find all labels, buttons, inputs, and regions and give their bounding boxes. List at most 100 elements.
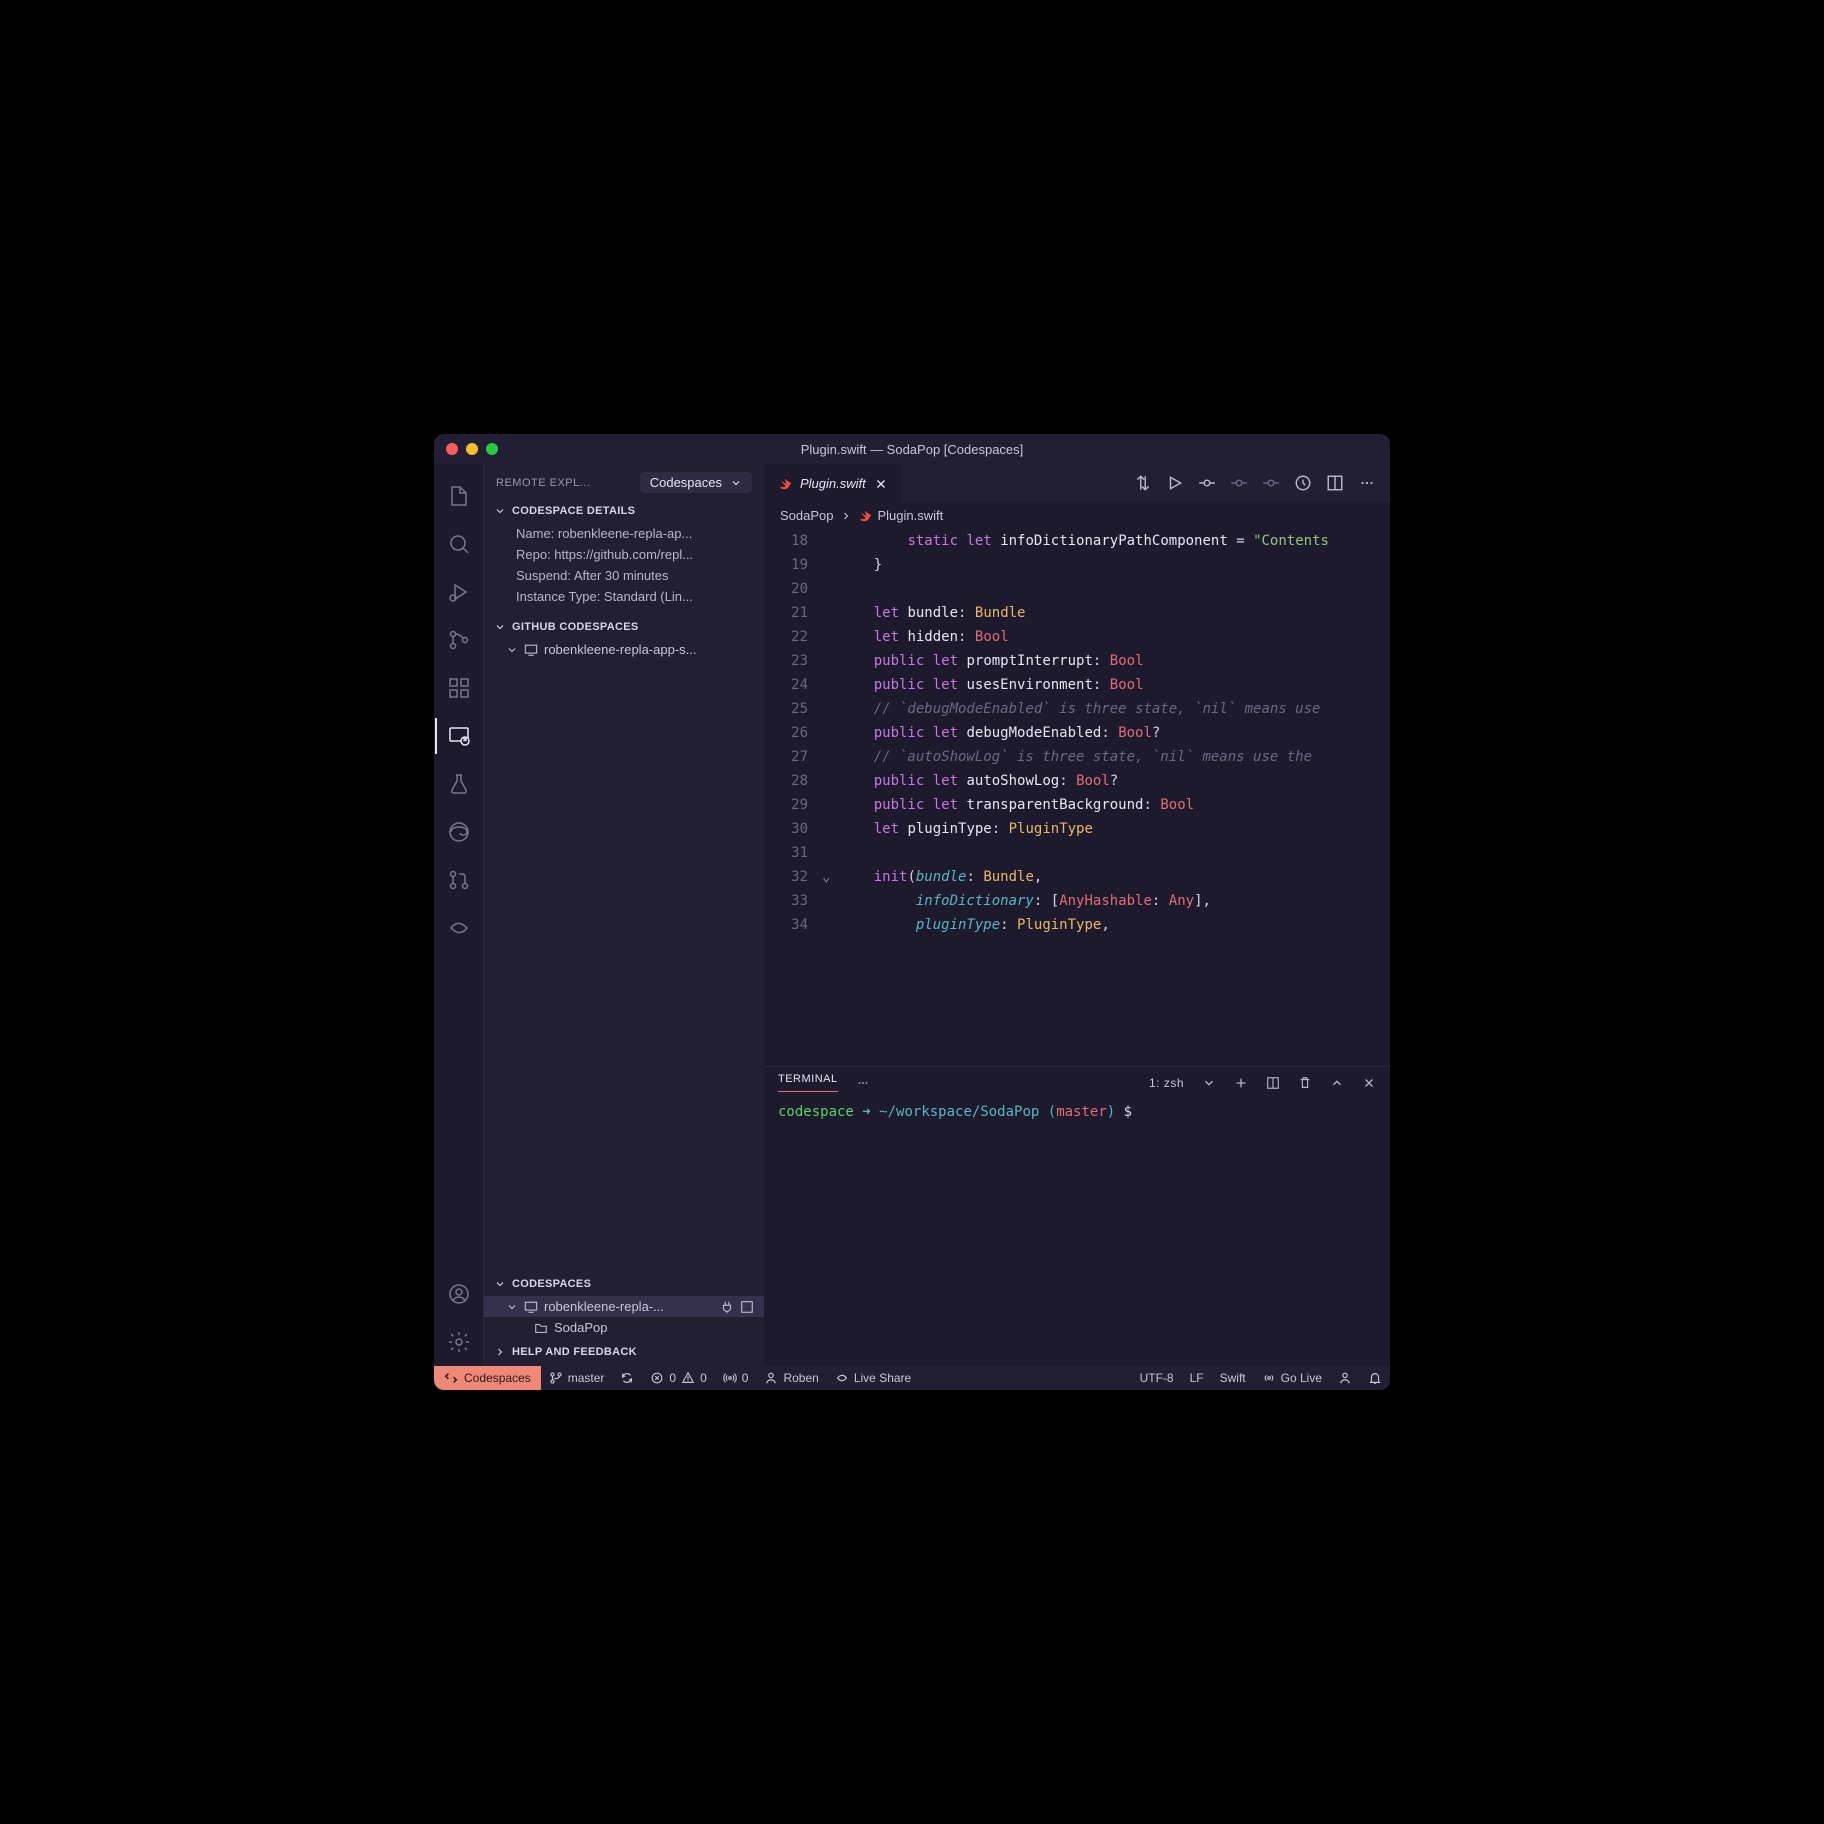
folder-icon — [534, 1321, 548, 1335]
sync-button[interactable] — [612, 1366, 642, 1390]
minimize-window-button[interactable] — [466, 443, 478, 455]
sync-icon — [620, 1371, 634, 1385]
panel: TERMINAL 1: zsh codespace ➜ ~/workspace/… — [764, 1066, 1390, 1366]
detail-name: Name: robenkleene-repla-ap... — [484, 523, 764, 544]
window-title: Plugin.swift — SodaPop [Codespaces] — [434, 442, 1390, 457]
close-window-button[interactable] — [446, 443, 458, 455]
titlebar[interactable]: Plugin.swift — SodaPop [Codespaces] — [434, 434, 1390, 464]
edge-icon[interactable] — [435, 808, 483, 856]
swift-file-icon — [858, 509, 872, 523]
live-share-icon[interactable] — [435, 904, 483, 952]
new-terminal-icon[interactable] — [1234, 1076, 1248, 1090]
status-bar: Codespaces master 0 0 0 Roben Live Share — [434, 1366, 1390, 1390]
codespaces-tree-header[interactable]: CODESPACES — [484, 1274, 764, 1294]
search-icon[interactable] — [435, 520, 483, 568]
traffic-lights — [446, 443, 498, 455]
error-icon — [650, 1371, 664, 1385]
detail-repo: Repo: https://github.com/repl... — [484, 544, 764, 565]
source-control-icon[interactable] — [435, 616, 483, 664]
split-terminal-icon[interactable] — [1266, 1076, 1280, 1090]
user-indicator[interactable]: Roben — [756, 1366, 826, 1390]
sidebar-header: REMOTE EXPL... Codespaces — [484, 464, 764, 501]
split-editor-icon[interactable] — [1326, 474, 1344, 492]
warning-icon — [681, 1371, 695, 1385]
line-numbers: 181920 212223 242526 272829 303132 3334 — [764, 529, 822, 1066]
golive-indicator[interactable]: Go Live — [1254, 1366, 1330, 1390]
github-codespaces-header[interactable]: GITHUB CODESPACES — [484, 617, 764, 637]
settings-gear-icon[interactable] — [435, 1318, 483, 1366]
eol-indicator[interactable]: LF — [1182, 1366, 1212, 1390]
breadcrumb-file[interactable]: Plugin.swift — [878, 508, 944, 523]
codespace-tree-item[interactable]: robenkleene-repla-... — [484, 1296, 764, 1317]
feedback-icon[interactable] — [1330, 1366, 1360, 1390]
extensions-icon[interactable] — [435, 664, 483, 712]
liveshare-indicator[interactable]: Live Share — [827, 1366, 919, 1390]
help-feedback-header[interactable]: HELP AND FEEDBACK — [484, 1342, 764, 1366]
problems-indicator[interactable]: 0 0 — [642, 1366, 714, 1390]
remote-explorer-icon[interactable] — [435, 712, 483, 760]
swift-file-icon — [778, 477, 792, 491]
encoding-indicator[interactable]: UTF-8 — [1132, 1366, 1182, 1390]
chevron-right-icon — [840, 510, 852, 522]
window-icon[interactable] — [740, 1300, 754, 1314]
code-content[interactable]: static let infoDictionaryPathComponent =… — [840, 529, 1390, 1066]
codespace-details-body: Name: robenkleene-repla-ap... Repo: http… — [484, 521, 764, 617]
breadcrumb[interactable]: SodaPop Plugin.swift — [764, 502, 1390, 529]
close-icon[interactable] — [874, 477, 888, 491]
run-debug-icon[interactable] — [435, 568, 483, 616]
chevron-down-icon — [506, 1301, 518, 1313]
tab-plugin-swift[interactable]: Plugin.swift — [764, 464, 902, 502]
commit-icon[interactable] — [1198, 474, 1216, 492]
terminal-selector[interactable]: 1: zsh — [1149, 1076, 1184, 1090]
account-icon[interactable] — [435, 1270, 483, 1318]
vm-icon — [524, 643, 538, 657]
commit-prev-icon[interactable] — [1230, 474, 1248, 492]
git-branch-icon — [549, 1371, 563, 1385]
activity-bar — [434, 464, 484, 1366]
trash-icon[interactable] — [1298, 1076, 1312, 1090]
chevron-right-icon — [494, 1346, 506, 1358]
detail-suspend: Suspend: After 30 minutes — [484, 565, 764, 586]
plug-icon[interactable] — [720, 1300, 734, 1314]
chevron-down-icon — [494, 505, 506, 517]
language-indicator[interactable]: Swift — [1212, 1366, 1254, 1390]
codespace-folder-item[interactable]: SodaPop — [484, 1317, 764, 1338]
person-icon — [764, 1371, 778, 1385]
codespace-details-header[interactable]: CODESPACE DETAILS — [484, 501, 764, 521]
vscode-window: Plugin.swift — SodaPop [Codespaces] REMO… — [434, 434, 1390, 1390]
timeline-icon[interactable] — [1294, 474, 1312, 492]
explorer-icon[interactable] — [435, 472, 483, 520]
maximize-panel-icon[interactable] — [1330, 1076, 1344, 1090]
remote-kind-dropdown[interactable]: Codespaces — [640, 472, 752, 493]
chevron-down-icon[interactable] — [1202, 1076, 1216, 1090]
vm-icon — [524, 1300, 538, 1314]
more-icon[interactable] — [1358, 474, 1376, 492]
broadcast-icon — [723, 1371, 737, 1385]
chevron-down-icon — [494, 621, 506, 633]
test-icon[interactable] — [435, 760, 483, 808]
breadcrumb-folder[interactable]: SodaPop — [780, 508, 834, 523]
fold-icon[interactable]: ⌄ — [822, 865, 840, 889]
terminal-tab[interactable]: TERMINAL — [778, 1073, 838, 1092]
chevron-down-icon — [494, 1278, 506, 1290]
zoom-window-button[interactable] — [486, 443, 498, 455]
notifications-icon[interactable] — [1360, 1366, 1390, 1390]
sidebar: REMOTE EXPL... Codespaces CODESPACE DETA… — [484, 464, 764, 1366]
branch-indicator[interactable]: master — [541, 1366, 613, 1390]
editor-group: Plugin.swift SodaPop Plug — [764, 464, 1390, 1366]
more-icon[interactable] — [856, 1076, 870, 1090]
close-panel-icon[interactable] — [1362, 1076, 1376, 1090]
chevron-down-icon — [506, 644, 518, 656]
pull-requests-icon[interactable] — [435, 856, 483, 904]
terminal-body[interactable]: codespace ➜ ~/workspace/SodaPop (master)… — [764, 1098, 1390, 1366]
tab-label: Plugin.swift — [800, 476, 866, 491]
compare-icon[interactable] — [1134, 474, 1152, 492]
ports-indicator[interactable]: 0 — [715, 1366, 757, 1390]
github-codespace-item[interactable]: robenkleene-repla-app-s... — [484, 639, 764, 660]
play-icon[interactable] — [1166, 474, 1184, 492]
code-editor[interactable]: 181920 212223 242526 272829 303132 3334 … — [764, 529, 1390, 1066]
remote-icon — [444, 1371, 458, 1385]
commit-next-icon[interactable] — [1262, 474, 1280, 492]
broadcast-icon — [1262, 1371, 1276, 1385]
remote-indicator[interactable]: Codespaces — [434, 1366, 541, 1390]
